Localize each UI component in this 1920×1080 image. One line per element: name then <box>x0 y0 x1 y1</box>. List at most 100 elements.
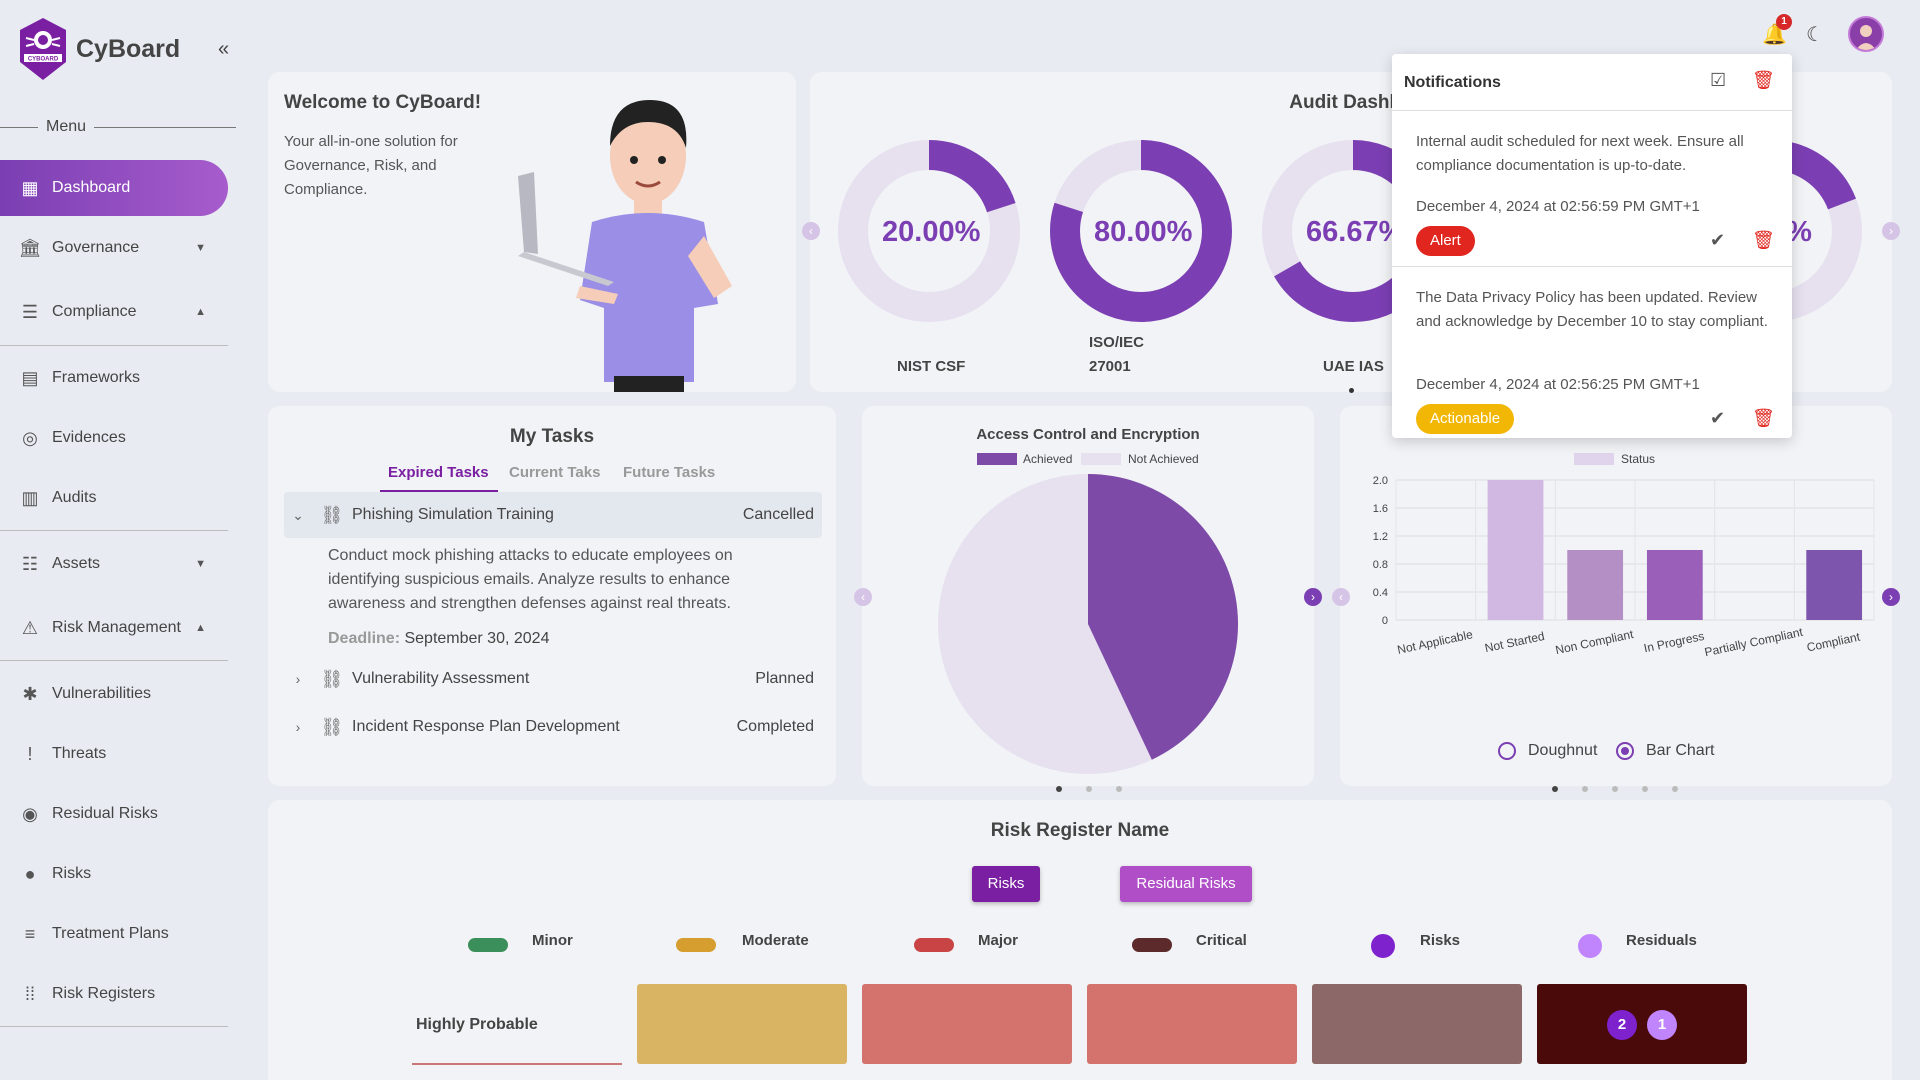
carousel-dot[interactable] <box>1612 786 1618 792</box>
clear-all-trash-icon[interactable]: 🗑 <box>1752 70 1775 91</box>
check-circle-icon[interactable]: ✔ <box>1710 230 1725 251</box>
sidebar-item-label: Evidences <box>52 429 126 446</box>
sidebar-item-evidences[interactable]: ◎ Evidences <box>0 410 228 466</box>
carousel-dot[interactable] <box>1672 786 1678 792</box>
tab-current-tasks[interactable]: Current Taks <box>509 464 600 481</box>
task-row[interactable]: ⌄ ⛓ Phishing Simulation Training Cancell… <box>284 492 822 538</box>
tasks-title: My Tasks <box>509 426 595 447</box>
sidebar-item-residual-risks[interactable]: ◉ Residual Risks <box>0 786 228 842</box>
legend-label: Achieved <box>1023 452 1073 466</box>
risk-cell[interactable] <box>1312 984 1522 1064</box>
logo-text: CYBOARD <box>28 57 59 63</box>
bar-chart-radio-label[interactable]: Bar Chart <box>1646 742 1714 760</box>
sidebar-item-label: Governance <box>52 239 140 256</box>
risk-cell[interactable] <box>1087 984 1297 1064</box>
risks-legend-swatch <box>1371 934 1395 958</box>
notification-time: December 4, 2024 at 02:56:59 PM GMT+1 <box>1416 198 1700 215</box>
sidebar-item-label: Residual Risks <box>52 805 158 822</box>
sidebar-item-audits[interactable]: ▥ Audits <box>0 470 228 526</box>
risk-register-card: Risk Register Name Risks Residual Risks … <box>268 800 1892 1080</box>
access-control-card: Access Control and Encryption Achieved N… <box>854 406 1322 792</box>
doughnut-radio[interactable] <box>1498 742 1516 760</box>
bar-chart-radio[interactable] <box>1616 742 1634 760</box>
bar[interactable] <box>1567 550 1624 620</box>
task-row[interactable]: › ⛓ Incident Response Plan Development C… <box>284 704 822 750</box>
task-status: Cancelled <box>742 506 814 523</box>
row-label: Highly Probable <box>416 1016 538 1033</box>
carousel-next-icon[interactable]: › <box>1304 588 1322 606</box>
compliance-icon: ☰ <box>21 301 39 322</box>
moderate-legend-swatch <box>676 938 716 952</box>
row-underline <box>412 1063 622 1065</box>
tab-expired-tasks[interactable]: Expired Tasks <box>388 464 489 481</box>
bar[interactable] <box>1487 480 1544 620</box>
risk-cell[interactable] <box>637 984 847 1064</box>
sidebar-item-risks[interactable]: ● Risks <box>0 846 228 902</box>
sidebar-item-compliance[interactable]: ☰ Compliance ▲ <box>0 284 228 340</box>
delete-icon[interactable]: 🗑 <box>1752 408 1775 429</box>
person-with-laptop-illustration <box>518 100 732 392</box>
carousel-dot[interactable] <box>1086 786 1092 792</box>
sidebar-item-threats[interactable]: ! Threats <box>0 726 228 782</box>
risk-count-badge[interactable]: 2 <box>1607 1010 1637 1040</box>
risk-cell[interactable] <box>862 984 1072 1064</box>
sidebar-item-vulnerabilities[interactable]: ✱ Vulnerabilities <box>0 666 228 722</box>
caret-down-icon: ▼ <box>195 242 206 254</box>
carousel-dot[interactable] <box>1349 388 1354 393</box>
sidebar-item-governance[interactable]: 🏛 Governance ▼ <box>0 220 228 276</box>
x-tick-label: Not Applicable <box>1396 627 1474 657</box>
critical-legend-swatch <box>1132 938 1172 952</box>
sidebar-item-label: Risk Registers <box>52 985 156 1002</box>
delete-icon[interactable]: 🗑 <box>1752 230 1775 251</box>
legend-swatch-status <box>1574 453 1614 465</box>
legend-label: Major <box>978 932 1019 949</box>
carousel-dot[interactable] <box>1582 786 1588 792</box>
residual-risks-button[interactable]: Residual Risks <box>1120 866 1252 902</box>
bar[interactable] <box>1646 550 1703 620</box>
carousel-dot[interactable] <box>1552 786 1558 792</box>
bar-chart-icon: ▥ <box>21 487 39 508</box>
nav-divider <box>0 345 228 346</box>
risks-button[interactable]: Risks <box>972 866 1040 902</box>
sidebar-item-treatment-plans[interactable]: ≡ Treatment Plans <box>0 906 228 962</box>
menu-label-text: Menu <box>46 118 87 135</box>
sidebar-item-risk-management[interactable]: ⚠ Risk Management ▲ <box>0 600 228 656</box>
y-tick-label: 1.2 <box>1373 531 1388 543</box>
moon-icon[interactable]: ☾ <box>1806 22 1824 47</box>
check-circle-icon[interactable]: ✔ <box>1710 408 1725 429</box>
chevron-right-icon[interactable]: › <box>284 719 312 735</box>
carousel-dot[interactable] <box>1116 786 1122 792</box>
avatar[interactable] <box>1848 16 1884 52</box>
carousel-prev-icon[interactable]: ‹ <box>1332 588 1350 606</box>
bar[interactable] <box>1806 550 1863 620</box>
alert-tag: Alert <box>1416 226 1475 256</box>
carousel-dot[interactable] <box>1642 786 1648 792</box>
donut-label: ISO/IEC <box>1089 334 1145 351</box>
sidebar-item-frameworks[interactable]: ▤ Frameworks <box>0 350 228 406</box>
brand[interactable]: CYBOARD CyBoard <box>16 16 180 82</box>
mark-all-read-icon[interactable]: ☑ <box>1710 70 1726 91</box>
sidebar-item-label: Risks <box>52 865 92 882</box>
doughnut-radio-label[interactable]: Doughnut <box>1528 742 1597 760</box>
carousel-next-icon[interactable]: › <box>1882 222 1900 240</box>
collapse-sidebar-icon[interactable]: « <box>218 38 229 61</box>
task-name: Phishing Simulation Training <box>352 506 554 523</box>
carousel-prev-icon[interactable]: ‹ <box>802 222 820 240</box>
chevron-right-icon[interactable]: › <box>284 671 312 687</box>
carousel-prev-icon[interactable]: ‹ <box>854 588 872 606</box>
tab-future-tasks[interactable]: Future Tasks <box>623 464 715 481</box>
residual-count-badge[interactable]: 1 <box>1647 1010 1677 1040</box>
risk-cell[interactable] <box>1537 984 1747 1064</box>
chevron-down-icon[interactable]: ⌄ <box>284 507 312 524</box>
deadline-value: September 30, 2024 <box>404 630 550 647</box>
fingerprint-icon: ◎ <box>22 427 38 448</box>
carousel-next-icon[interactable]: › <box>1882 588 1900 606</box>
donut-percentage: 66.67% <box>1306 216 1405 248</box>
sidebar-item-assets[interactable]: ☷ Assets ▼ <box>0 536 228 592</box>
carousel-dot[interactable] <box>1056 786 1062 792</box>
status-bar-card: Status 2.0 1.6 1.2 0.8 0.4 0 Not Applicable No… <box>1332 406 1900 792</box>
carousel-dots <box>1552 786 1678 792</box>
sidebar-item-risk-registers[interactable]: ⁞⁞ Risk Registers <box>0 966 228 1022</box>
sidebar-item-dashboard[interactable]: ▦ Dashboard <box>0 160 228 216</box>
task-row[interactable]: › ⛓ Vulnerability Assessment Planned <box>284 656 822 702</box>
